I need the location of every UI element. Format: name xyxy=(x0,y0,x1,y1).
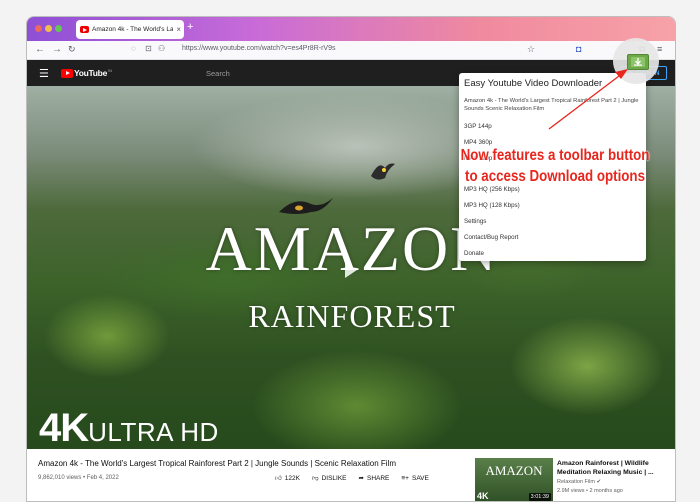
annotation-arrow xyxy=(548,69,628,130)
annotation-caption: Now features a toolbar button to access … xyxy=(460,145,650,187)
annotation-line-1: Now features a toolbar button xyxy=(460,147,650,164)
browser-window: Amazon 4k - The World's Largest × + ← → … xyxy=(26,16,676,502)
screenshot-frame: Amazon 4k - The World's Largest × + ← → … xyxy=(0,0,700,502)
annotation-line-2: to access Download options xyxy=(465,168,645,185)
